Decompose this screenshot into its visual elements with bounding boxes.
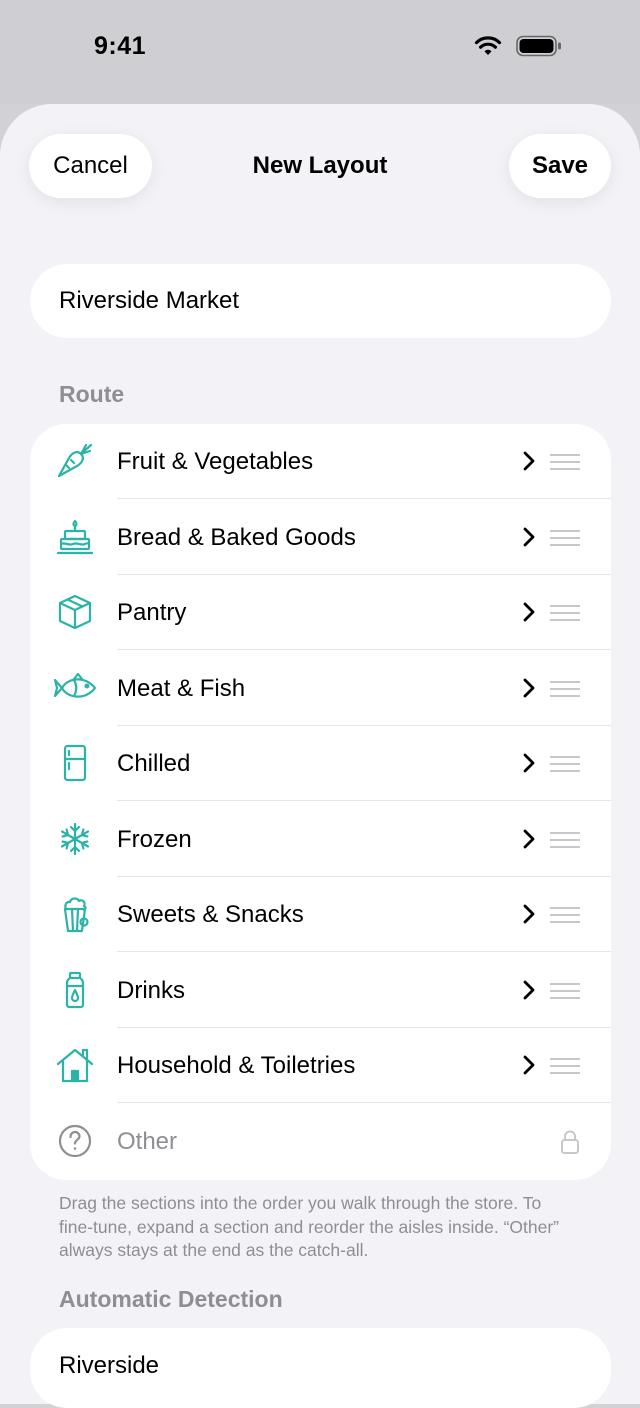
route-item-sweets-snacks[interactable]: Sweets & Snacks (30, 877, 611, 952)
cake-icon (52, 516, 98, 558)
route-item-pantry[interactable]: Pantry (30, 575, 611, 650)
route-item-other: Other (30, 1104, 611, 1179)
chevron-right-icon (523, 753, 535, 773)
new-layout-sheet: Cancel New Layout Save Riverside Market … (0, 104, 640, 1408)
route-item-label: Drinks (117, 976, 186, 1004)
chevron-right-icon (523, 678, 535, 697)
route-item-label: Other (117, 1127, 178, 1155)
drag-handle-icon[interactable] (549, 603, 581, 623)
status-time: 9:41 (94, 32, 147, 60)
route-item-chilled[interactable]: Chilled (30, 726, 611, 801)
house-icon (52, 1044, 98, 1086)
route-item-label: Sweets & Snacks (117, 901, 304, 928)
snowflake-icon (52, 818, 98, 860)
drag-handle-icon[interactable] (549, 1056, 581, 1076)
chevron-right-icon (523, 829, 535, 848)
route-item-drinks[interactable]: Drinks (30, 953, 611, 1028)
route-section-header: Route (59, 381, 125, 407)
automatic-detection-field[interactable]: Riverside (30, 1328, 611, 1408)
route-item-frozen[interactable]: Frozen (30, 802, 611, 877)
automatic-detection-header: Automatic Detection (59, 1286, 283, 1312)
chevron-right-icon (523, 451, 535, 471)
route-item-household-toiletries[interactable]: Household & Toiletries (30, 1028, 611, 1103)
drag-handle-icon[interactable] (549, 830, 581, 850)
route-item-label: Pantry (117, 599, 187, 626)
route-item-label: Frozen (117, 825, 192, 853)
route-item-label: Meat & Fish (117, 674, 246, 702)
drag-handle-icon[interactable] (549, 905, 581, 925)
save-button[interactable]: Save (509, 134, 611, 198)
fridge-icon (52, 742, 98, 784)
fish-icon (52, 667, 98, 709)
automatic-detection-value: Riverside (59, 1352, 160, 1379)
chevron-right-icon (523, 1055, 535, 1075)
status-icons (474, 35, 562, 57)
chevron-right-icon (523, 980, 535, 999)
drag-handle-icon[interactable] (549, 679, 581, 699)
battery-icon (516, 35, 561, 57)
popcorn-icon (52, 893, 98, 935)
drag-handle-icon[interactable] (549, 754, 581, 774)
layout-name-input[interactable]: Riverside Market (30, 264, 611, 338)
route-footnote: Drag the sections into the order you wal… (59, 1193, 560, 1260)
bottle-icon (52, 969, 98, 1011)
route-item-bread-baked-goods[interactable]: Bread & Baked Goods (30, 500, 611, 575)
chevron-right-icon (523, 527, 535, 546)
route-item-fruit-vegetables[interactable]: Fruit & Vegetables (30, 424, 611, 499)
route-item-label: Chilled (117, 750, 191, 777)
route-item-meat-fish[interactable]: Meat & Fish (30, 651, 611, 726)
chevron-right-icon (523, 602, 535, 622)
layout-name-value: Riverside Market (59, 287, 240, 314)
lock-icon (561, 1130, 579, 1154)
carrot-icon (52, 440, 98, 482)
route-item-label: Household & Toiletries (117, 1052, 356, 1079)
chevron-right-icon (523, 904, 535, 924)
drag-handle-icon[interactable] (549, 452, 581, 472)
drag-handle-icon[interactable] (549, 981, 581, 1001)
route-list: Fruit & Vegetables Bread & Baked Goods P… (30, 424, 611, 1180)
route-item-label: Fruit & Vegetables (117, 448, 314, 475)
status-bar: 9:41 (0, 0, 640, 104)
question-circle-icon (52, 1120, 98, 1162)
wifi-icon (474, 36, 502, 55)
route-item-label: Bread & Baked Goods (117, 523, 356, 551)
box-icon (52, 591, 98, 633)
drag-handle-icon[interactable] (549, 528, 581, 548)
